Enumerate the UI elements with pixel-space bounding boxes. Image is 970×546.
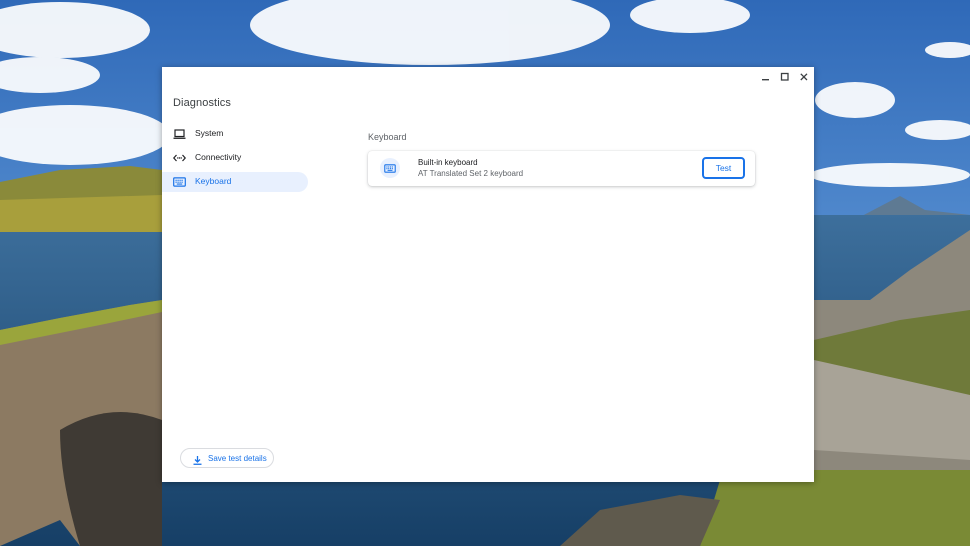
save-test-details-button[interactable]: Save test details (180, 448, 274, 468)
device-name: Built-in keyboard (418, 158, 478, 167)
laptop-icon (172, 127, 186, 141)
window-titlebar[interactable] (162, 67, 814, 87)
save-button-label: Save test details (208, 454, 267, 463)
sidebar-item-keyboard[interactable]: Keyboard (162, 172, 308, 192)
keyboard-icon (380, 158, 400, 178)
sidebar-item-connectivity[interactable]: Connectivity (162, 148, 308, 168)
app-title: Diagnostics (173, 97, 231, 109)
sidebar-item-label: Keyboard (195, 176, 232, 186)
minimize-icon[interactable] (758, 70, 774, 84)
download-icon (192, 453, 203, 465)
code-arrows-icon (172, 151, 186, 165)
section-title: Keyboard (368, 132, 407, 142)
diagnostics-window: Diagnostics System Connectivity Keyboard… (162, 67, 814, 482)
sidebar-item-label: Connectivity (195, 152, 242, 162)
device-description: AT Translated Set 2 keyboard (418, 169, 524, 178)
close-icon[interactable] (796, 70, 812, 84)
keyboard-icon (172, 175, 186, 189)
maximize-icon[interactable] (777, 70, 793, 84)
sidebar-item-label: System (195, 128, 224, 138)
device-card: Built-in keyboard AT Translated Set 2 ke… (368, 151, 755, 186)
sidebar-item-system[interactable]: System (162, 124, 308, 144)
test-button[interactable]: Test (702, 157, 745, 179)
